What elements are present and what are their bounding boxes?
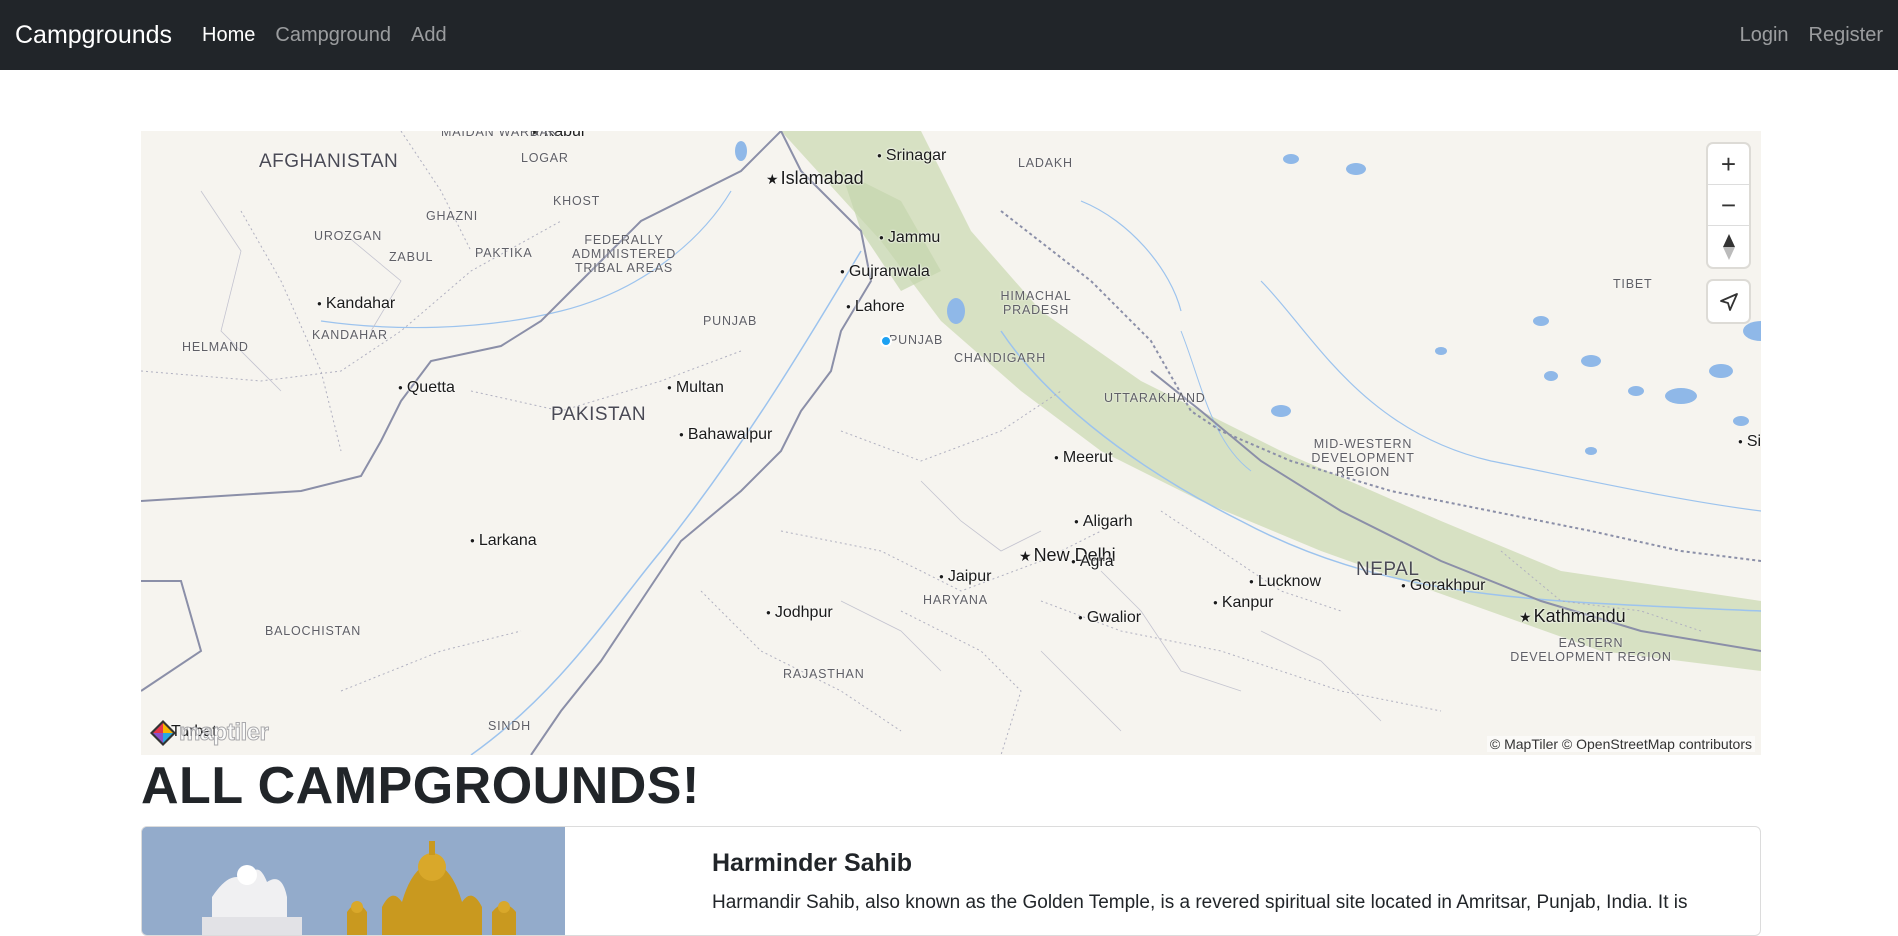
compass-button[interactable] [1708, 226, 1749, 267]
map-label-region: LADAKH [1018, 156, 1073, 170]
nav-links: Home Campground Add [202, 24, 467, 47]
nav-link-login[interactable]: Login [1740, 24, 1789, 47]
map-label-region: KANDAHAR [312, 328, 388, 342]
map-label-capital: Kathmandu [1519, 606, 1626, 627]
map-label-capital: Islamabad [766, 168, 864, 189]
map-label-region: PAKTIKA [475, 246, 533, 260]
map-label-city: Jodhpur [766, 604, 833, 622]
nav-link-campground[interactable]: Campground [275, 24, 391, 47]
map-label-country: PAKISTAN [551, 404, 647, 425]
map-label-city: Agra [1071, 553, 1114, 571]
map-label-city: Gorakhpur [1401, 577, 1486, 595]
maptiler-logo[interactable]: maptiler [149, 719, 269, 747]
map-label-city: Si [1738, 433, 1761, 451]
map-label-city: Lahore [846, 298, 905, 316]
minus-icon: − [1720, 189, 1737, 220]
map-label-city: Kanpur [1213, 594, 1274, 612]
zoom-in-button[interactable]: + [1708, 144, 1749, 185]
map-label-region: ZABUL [389, 250, 434, 264]
map-label-region: CHANDIGARH [954, 351, 1047, 365]
maptiler-logo-icon [150, 720, 176, 746]
map-label-region: FEDERALLY ADMINISTERED TRIBAL AREAS [571, 233, 677, 275]
map-label-city: Kandahar [317, 295, 395, 313]
map-label-city: Gwalior [1078, 609, 1141, 627]
map-label-city: Larkana [470, 532, 537, 550]
campground-image [142, 827, 565, 935]
zoom-out-button[interactable]: − [1708, 185, 1749, 226]
map-label-region: SINDH [488, 719, 531, 733]
maptiler-logo-text: maptiler [178, 719, 269, 747]
map-label-region: GHAZNI [426, 209, 479, 223]
nav-link-home[interactable]: Home [202, 24, 255, 47]
map-label-region: RAJASTHAN [783, 667, 865, 681]
map-label-region: HIMACHAL PRADESH [1000, 289, 1072, 317]
map-label-region: KHOST [553, 194, 601, 208]
campground-card: Harminder Sahib Harmandir Sahib, also kn… [141, 826, 1761, 936]
map-label-city: Aligarh [1074, 513, 1133, 531]
map-label-city: Gujranwala [840, 263, 930, 281]
map-label-region: MAIDAN WARDAK [441, 131, 558, 139]
map-label-city: Quetta [398, 379, 455, 397]
campground-description: Harmandir Sahib, also known as the Golde… [712, 892, 1688, 913]
map-label-city: Jammu [879, 229, 940, 247]
map-label-region: PUNJAB [889, 333, 944, 347]
compass-icon [1722, 233, 1735, 260]
geolocate-button[interactable] [1708, 281, 1749, 322]
map-label-city: Bahawalpur [679, 426, 773, 444]
brand-link[interactable]: Campgrounds [15, 21, 172, 50]
map-label-city: Meerut [1054, 449, 1113, 467]
page-title: ALL CAMPGROUNDS! [141, 757, 700, 815]
map-label-region: LOGAR [521, 151, 569, 165]
campground-marker[interactable] [880, 335, 892, 347]
map-label-region: TIBET [1613, 277, 1653, 291]
map-label-region: UROZGAN [314, 229, 383, 243]
nav-link-add[interactable]: Add [411, 24, 447, 47]
map-label-region: EASTERN DEVELOPMENT REGION [1510, 636, 1672, 664]
map-label-country: AFGHANISTAN [259, 151, 399, 172]
map-label-city: Multan [667, 379, 724, 397]
map-attribution[interactable]: © MapTiler © OpenStreetMap contributors [1486, 736, 1755, 752]
map-label-region: HARYANA [923, 593, 988, 607]
map-label-city: Jaipur [939, 568, 992, 586]
nav-auth-links: Login Register [1720, 24, 1883, 47]
map-label-region: UTTARAKHAND [1104, 391, 1206, 405]
map-label-region: HELMAND [182, 340, 249, 354]
plus-icon: + [1720, 148, 1737, 179]
map-label-city: Srinagar [877, 147, 946, 165]
map-label-region: BALOCHISTAN [265, 624, 362, 638]
map-navigation-controls: + − [1708, 144, 1749, 267]
map-label-region: MID-WESTERN DEVELOPMENT REGION [1311, 437, 1415, 479]
nav-link-register[interactable]: Register [1809, 24, 1883, 47]
location-arrow-icon [1719, 292, 1738, 311]
campground-card-body: Harminder Sahib Harmandir Sahib, also kn… [712, 849, 1752, 916]
cluster-map[interactable]: AFGHANISTAN PAKISTAN NEPAL Islamabad New… [141, 131, 1761, 755]
map-label-city: Lucknow [1249, 573, 1321, 591]
navbar: Campgrounds Home Campground Add Login Re… [0, 0, 1898, 70]
map-label-region: PUNJAB [703, 314, 758, 328]
golden-temple-illustration [142, 827, 565, 935]
campground-title[interactable]: Harminder Sahib [712, 849, 1752, 878]
